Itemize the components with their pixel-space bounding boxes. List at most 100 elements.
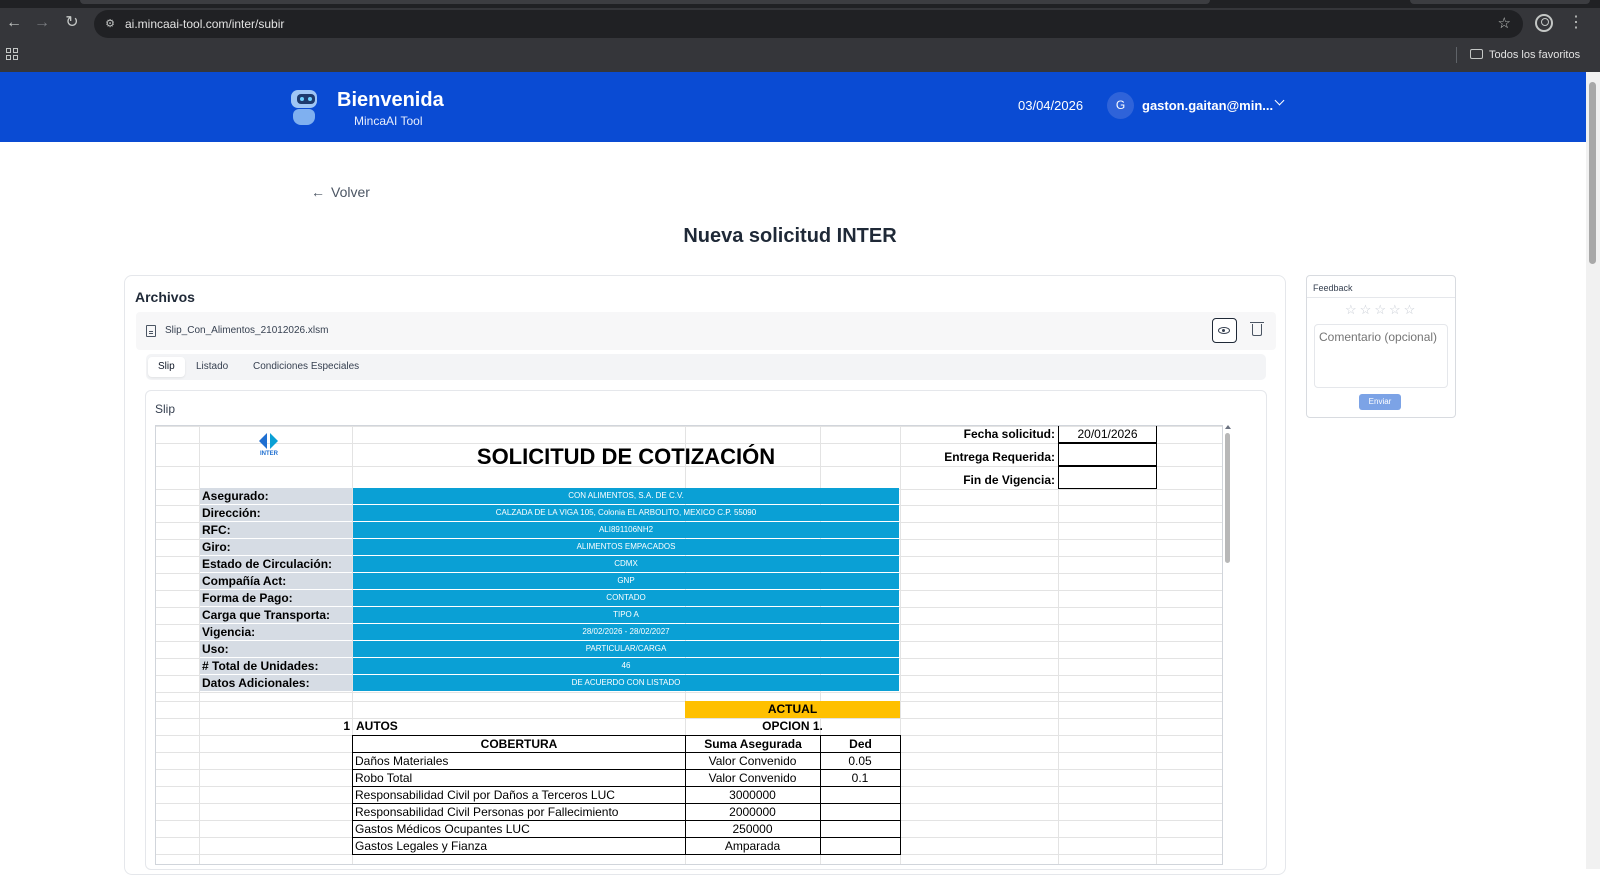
coverage-cell-border	[820, 786, 901, 804]
coverage-ded: 0.1	[851, 771, 869, 785]
field-label: Vigencia:	[200, 624, 352, 640]
star-icon[interactable]: ☆	[1360, 302, 1375, 317]
files-card-title: Archivos	[135, 289, 195, 305]
column-header-suma: Suma Asegurada	[704, 737, 802, 751]
browser-profile-icon[interactable]	[1535, 14, 1553, 32]
star-icon[interactable]: ☆	[1389, 302, 1404, 317]
meta-label: Fin de Vigencia:	[963, 473, 1055, 487]
brand-title: Bienvenida	[337, 89, 444, 111]
trash-icon[interactable]	[1250, 322, 1264, 336]
scroll-up-icon[interactable]	[1225, 425, 1231, 429]
back-label: Volver	[331, 184, 370, 200]
slip-panel-title: Slip	[155, 402, 176, 416]
file-icon	[146, 325, 156, 337]
tab-slip[interactable]: Slip	[148, 357, 185, 377]
coverage-sum: 3000000	[729, 788, 776, 802]
preview-button[interactable]	[1212, 318, 1237, 343]
grid-vline	[1058, 426, 1059, 864]
page-title: Nueva solicitud INTER	[683, 225, 897, 247]
field-label: Asegurado:	[200, 488, 352, 504]
all-bookmarks-label: Todos los favoritos	[1489, 49, 1581, 61]
sheet-heading: SOLICITUD DE COTIZACIÓN	[476, 444, 776, 469]
field-value: CDMX	[353, 556, 899, 572]
page-scrollbar-thumb[interactable]	[1589, 82, 1596, 264]
url-text[interactable]: ai.mincaai-tool.com/inter/subir	[125, 16, 284, 32]
star-icon[interactable]: ☆	[1345, 302, 1360, 317]
chevron-down-icon[interactable]	[1275, 97, 1285, 107]
tab-listado[interactable]: Listado	[186, 357, 238, 377]
field-value: ALI891106NH2	[353, 522, 899, 538]
forward-arrow-icon[interactable]: →	[32, 13, 52, 33]
column-header-cobertura: COBERTURA	[480, 737, 558, 751]
field-value: DE ACUERDO CON LISTADO	[353, 675, 899, 691]
field-value: CONTADO	[353, 590, 899, 606]
field-value: PARTICULAR/CARGA	[353, 641, 899, 657]
bookmarks-separator	[1456, 47, 1457, 63]
coverage-name: Gastos Médicos Ocupantes LUC	[355, 822, 530, 836]
user-menu-label[interactable]: gaston.gaitan@min...	[1142, 98, 1273, 114]
grid-vline	[1156, 426, 1157, 864]
field-label: Uso:	[200, 641, 352, 657]
tab-condiciones-especiales[interactable]: Condiciones Especiales	[243, 357, 369, 377]
feedback-title: Feedback	[1313, 283, 1353, 293]
field-label: Giro:	[200, 539, 352, 555]
coverage-name: Daños Materiales	[355, 754, 449, 768]
address-bar[interactable]: ⚙ ai.mincaai-tool.com/inter/subir ☆	[94, 10, 1523, 38]
section-name: AUTOS	[356, 719, 398, 733]
field-value: CON ALIMENTOS, S.A. DE C.V.	[353, 488, 899, 504]
field-label: # Total de Unidades:	[200, 658, 352, 674]
field-value: 28/02/2026 - 28/02/2027	[353, 624, 899, 640]
coverage-cell-border	[820, 820, 901, 838]
actual-header: ACTUAL	[685, 701, 900, 718]
page-scrollbar[interactable]	[1586, 72, 1600, 869]
coverage-name: Responsabilidad Civil por Daños a Tercer…	[355, 788, 615, 802]
meta-label: Entrega Requerida:	[944, 450, 1055, 464]
meta-value-box	[1058, 443, 1157, 466]
file-name: Slip_Con_Alimentos_21012026.xlsm	[165, 325, 329, 336]
coverage-cell-border	[820, 803, 901, 821]
spreadsheet-viewer[interactable]: INTER SOLICITUD DE COTIZACIÓN Fecha soli…	[155, 425, 1223, 865]
meta-value: 20/01/2026	[1077, 427, 1138, 441]
field-value: CALZADA DE LA VIGA 105, Colonia EL ARBOL…	[353, 505, 899, 521]
star-icon[interactable]: ☆	[1404, 302, 1419, 317]
folder-icon	[1470, 49, 1483, 59]
back-arrow-icon[interactable]: ←	[4, 13, 24, 33]
coverage-sum: Valor Convenido	[708, 754, 797, 768]
field-value: ALIMENTOS EMPACADOS	[353, 539, 899, 555]
browser-menu-icon[interactable]: ⋮	[1568, 13, 1584, 33]
eye-icon	[1218, 327, 1230, 334]
star-icon[interactable]: ☆	[1374, 302, 1389, 317]
field-label: Dirección:	[200, 505, 352, 521]
feedback-comment-field[interactable]	[1314, 324, 1448, 388]
coverage-sum: Amparada	[724, 839, 781, 853]
field-value: 46	[353, 658, 899, 674]
sheet-scrollbar[interactable]	[1224, 425, 1232, 865]
send-feedback-button[interactable]: Enviar	[1359, 394, 1401, 410]
field-label: Estado de Circulación:	[200, 556, 352, 572]
bookmark-star-icon[interactable]: ☆	[1498, 15, 1511, 33]
apps-grid-icon[interactable]	[6, 48, 18, 60]
field-label: RFC:	[200, 522, 352, 538]
field-value: TIPO A	[353, 607, 899, 623]
field-value: GNP	[353, 573, 899, 589]
site-info-icon[interactable]: ⚙	[102, 16, 118, 32]
meta-value-box	[1058, 466, 1157, 489]
coverage-sum: Valor Convenido	[708, 771, 797, 785]
sheet-scrollbar-thumb[interactable]	[1225, 433, 1230, 563]
grid-hline	[156, 692, 1222, 693]
coverage-sum: 250000	[732, 822, 773, 836]
feedback-divider	[1307, 297, 1455, 298]
field-label: Forma de Pago:	[200, 590, 352, 606]
meta-label: Fecha solicitud:	[963, 427, 1055, 441]
section-number: 1	[343, 719, 350, 733]
field-label: Carga que Transporta:	[200, 607, 352, 623]
reload-icon[interactable]: ↻	[62, 13, 82, 33]
browser-chrome: ← → ↻ ⚙ ai.mincaai-tool.com/inter/subir …	[0, 0, 1600, 72]
back-button[interactable]: ← Volver	[311, 184, 370, 200]
star-rating[interactable]: ☆☆☆☆☆	[1345, 302, 1418, 318]
option-label: OPCION 1.	[762, 719, 823, 733]
coverage-cell-border	[820, 837, 901, 855]
tab-strip	[0, 0, 1600, 8]
all-bookmarks-button[interactable]: Todos los favoritos	[1470, 47, 1580, 63]
avatar[interactable]: G	[1107, 92, 1134, 119]
